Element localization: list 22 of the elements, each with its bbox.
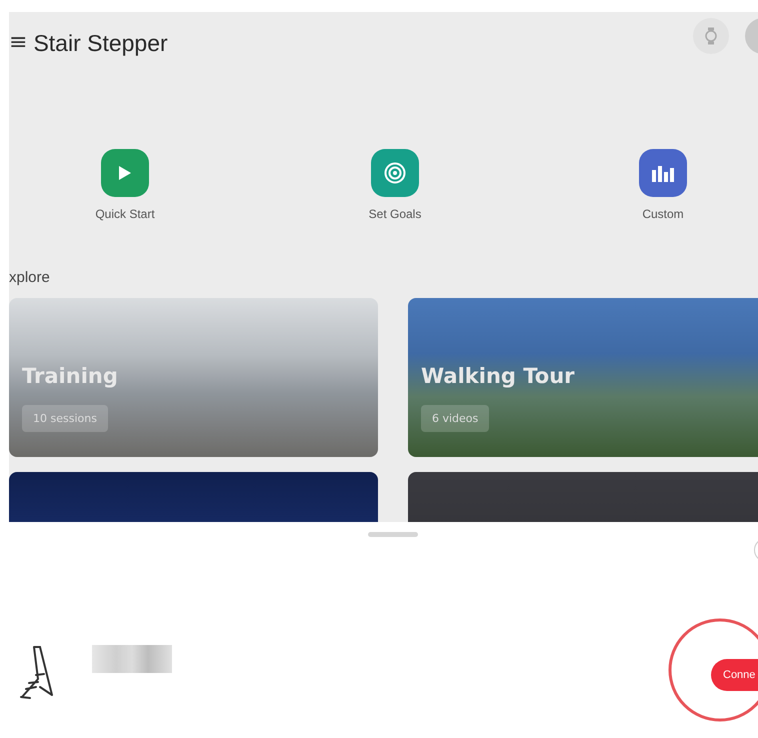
- quick-action-button[interactable]: [371, 149, 419, 197]
- section-heading: xplore: [9, 269, 51, 286]
- quick-action-button[interactable]: [639, 149, 687, 197]
- sheet-handle[interactable]: [368, 532, 418, 537]
- quick-action-label: Custom: [642, 207, 684, 221]
- connect-button[interactable]: Conne: [711, 659, 758, 691]
- card-title: Walking Tour: [421, 364, 575, 388]
- quick-action-button[interactable]: [101, 149, 149, 197]
- play-icon: [118, 165, 132, 181]
- stair-stepper-drawing: [18, 645, 56, 701]
- target-icon: [384, 162, 406, 184]
- bar-chart-icon: [651, 164, 675, 182]
- menu-button[interactable]: ≡: [9, 28, 28, 58]
- card-title: Training: [22, 364, 118, 388]
- app-title: Stair Stepper: [33, 30, 168, 56]
- card-badge: 6 videos: [421, 405, 490, 432]
- quick-action-label: Quick Start: [95, 207, 155, 221]
- watch-icon: [705, 27, 717, 45]
- quick-action-label: Set Goals: [368, 207, 422, 221]
- card-badge: 10 sessions: [22, 405, 108, 432]
- explore-card[interactable]: Walking Tour 6 videos: [408, 298, 758, 457]
- watch-button[interactable]: [693, 18, 729, 54]
